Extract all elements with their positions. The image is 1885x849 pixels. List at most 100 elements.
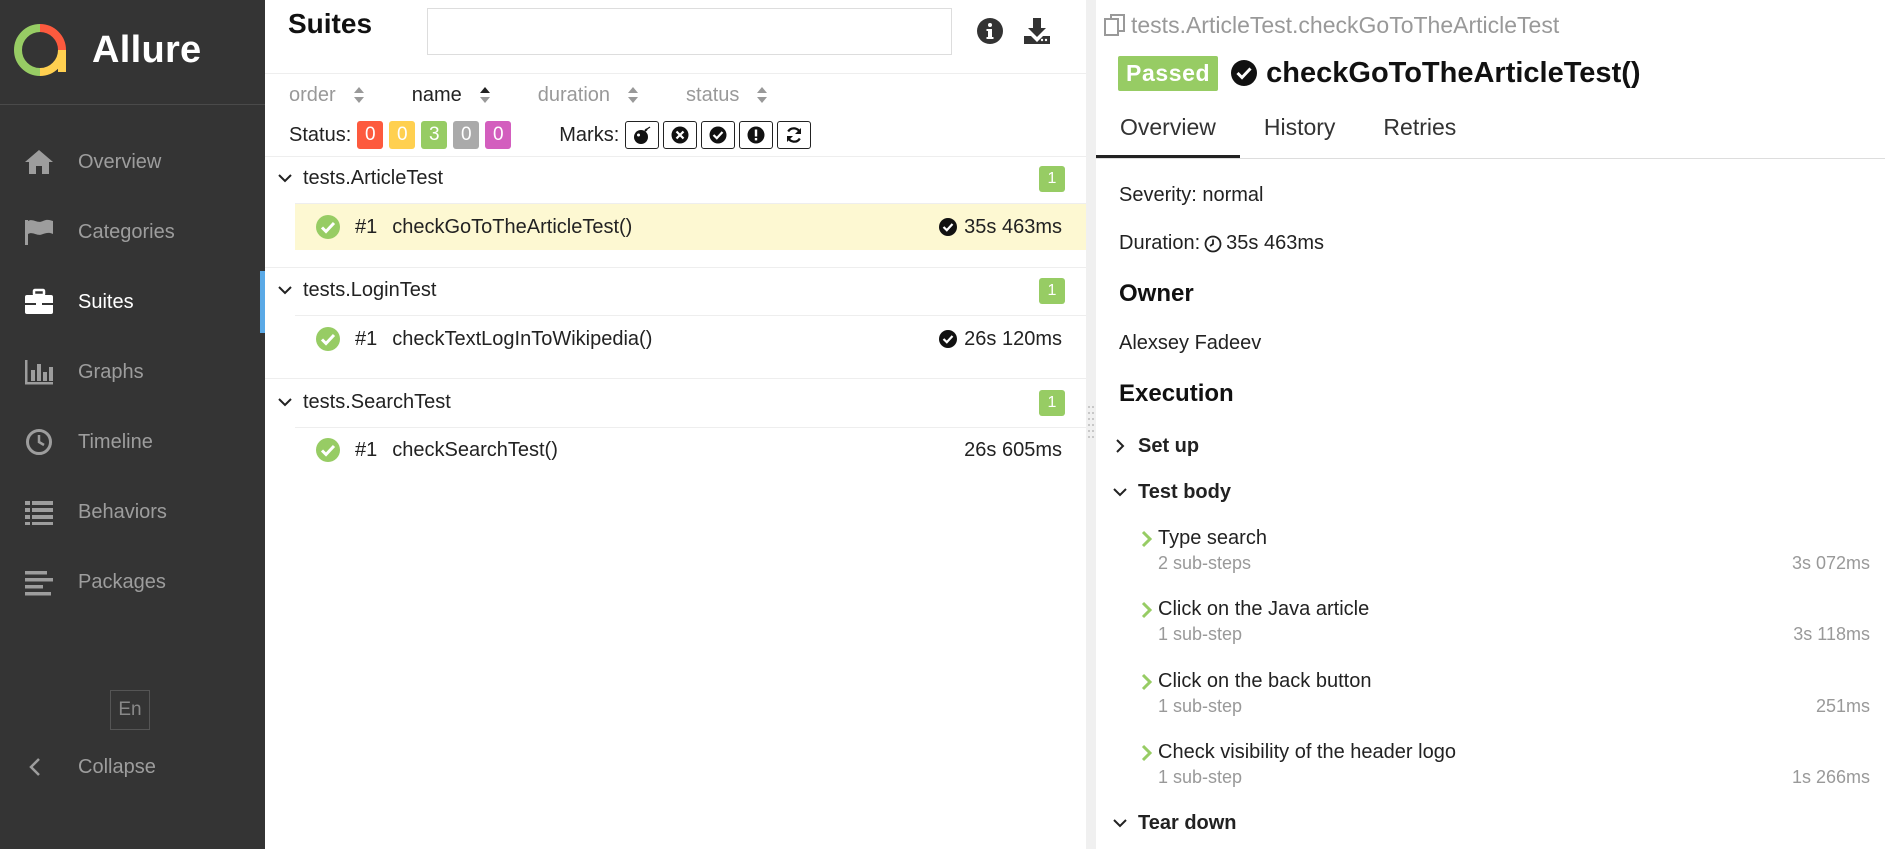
suite-group-toggle[interactable]: tests.LoginTest 1: [277, 270, 1077, 310]
step-duration: 251ms: [1815, 696, 1870, 716]
status-filter-label: Status:: [289, 123, 352, 146]
search-input[interactable]: [427, 8, 952, 55]
sort-icon: [628, 87, 639, 103]
step-item[interactable]: Type search 2 sub-steps 3s 072ms: [1140, 527, 1870, 585]
status-filter-broken[interactable]: 0: [389, 121, 416, 149]
test-title: checkGoToTheArticleTest(): [1266, 56, 1641, 89]
info-button[interactable]: [973, 14, 1007, 48]
tab-history[interactable]: History: [1240, 108, 1360, 158]
collapse-button[interactable]: Collapse: [24, 750, 156, 784]
chevron-down-icon: [278, 286, 292, 295]
mark-filter-new-failed[interactable]: [663, 121, 698, 149]
step-item[interactable]: Check visibility of the header logo 1 su…: [1140, 741, 1870, 799]
owner-heading: Owner: [1119, 280, 1194, 307]
home-icon: [22, 147, 56, 177]
sort-by-order[interactable]: order: [289, 84, 366, 107]
test-row[interactable]: #1 checkSearchTest() 26s 605ms: [295, 427, 1086, 473]
mark-filter-retries[interactable]: [777, 121, 812, 149]
chevron-down-icon: [278, 174, 292, 183]
sort-by-status[interactable]: status: [686, 84, 769, 107]
mark-filter-new-broken[interactable]: [739, 121, 774, 149]
drag-handle-icon: [1088, 406, 1094, 438]
chevron-right-icon: [1116, 439, 1125, 453]
mark-filter-new-passed[interactable]: [701, 121, 736, 149]
info-circle-icon: [977, 18, 1003, 44]
sidebar-item-behaviors[interactable]: Behaviors: [0, 477, 265, 547]
flag-icon: [22, 217, 56, 247]
details-tabs: Overview History Retries: [1096, 108, 1480, 158]
brand-name: Allure: [92, 28, 202, 71]
sort-by-duration[interactable]: duration: [538, 84, 640, 107]
sidebar-item-timeline[interactable]: Timeline: [0, 407, 265, 477]
check-circle-icon: [1231, 60, 1258, 86]
suites-pane: Suites order name duration status Status…: [265, 0, 1086, 849]
sort-by-name[interactable]: name: [412, 84, 492, 107]
filters-divider: [265, 156, 1086, 157]
step-name: Click on the Java article: [1158, 598, 1370, 620]
sidebar-item-label: Packages: [78, 570, 166, 593]
stage-test-body[interactable]: Test body: [1112, 477, 1231, 507]
test-duration: 35s 463ms: [938, 204, 1062, 250]
passed-status-icon: [316, 327, 340, 351]
status-filter-unknown[interactable]: 0: [485, 121, 512, 149]
tab-overview[interactable]: Overview: [1096, 108, 1240, 158]
check-circle-icon: [939, 218, 958, 236]
tab-retries[interactable]: Retries: [1359, 108, 1480, 158]
step-duration: 3s 072ms: [1791, 553, 1870, 573]
allure-logo-icon: [14, 24, 66, 76]
brand[interactable]: Allure: [14, 22, 202, 78]
sorter-label: order: [289, 83, 336, 106]
header-divider: [265, 73, 1086, 74]
collapse-label: Collapse: [78, 755, 156, 778]
test-details-pane: tests.ArticleTest.checkGoToTheArticleTes…: [1096, 0, 1885, 849]
sidebar-item-label: Timeline: [78, 430, 153, 453]
step-item[interactable]: Click on the Java article 1 sub-step 3s …: [1140, 598, 1870, 656]
test-row[interactable]: #1 checkGoToTheArticleTest() 35s 463ms: [295, 204, 1086, 250]
sort-asc-icon: [479, 87, 490, 103]
stage-setup[interactable]: Set up: [1112, 431, 1199, 461]
suite-group-toggle[interactable]: tests.SearchTest 1: [277, 382, 1077, 422]
refresh-icon: [787, 127, 802, 143]
test-duration-value: 26s 605ms: [964, 438, 1062, 461]
chevron-down-icon: [1113, 488, 1127, 497]
sidebar-item-categories[interactable]: Categories: [0, 197, 265, 267]
group-bottom-divider: [265, 378, 1086, 379]
download-icon: [1024, 18, 1050, 44]
exclamation-circle-icon: [747, 126, 765, 144]
step-substeps: 1 sub-step: [1158, 767, 1243, 787]
step-name: Type search: [1158, 527, 1267, 549]
language-button[interactable]: En: [110, 690, 150, 730]
download-button[interactable]: [1020, 14, 1054, 48]
sidebar-item-overview[interactable]: Overview: [0, 127, 265, 197]
test-name: checkSearchTest(): [392, 438, 558, 461]
bomb-icon: [634, 126, 651, 144]
sorter-label: status: [686, 83, 740, 106]
test-duration-value: 35s 463ms: [964, 215, 1062, 238]
test-duration-value: 26s 120ms: [964, 327, 1062, 350]
status-filter-skipped[interactable]: 0: [453, 121, 480, 149]
sidebar-item-packages[interactable]: Packages: [0, 547, 265, 617]
suite-group-name: tests.ArticleTest: [303, 166, 444, 189]
page-title: Suites: [288, 8, 373, 39]
chevron-right-icon: [1141, 744, 1153, 762]
suite-group-toggle[interactable]: tests.ArticleTest 1: [277, 158, 1077, 198]
sidebar-item-suites[interactable]: Suites: [0, 267, 265, 337]
pane-resize-handle[interactable]: [1086, 400, 1096, 446]
status-filter-failed[interactable]: 0: [357, 121, 384, 149]
status-filter-passed[interactable]: 3: [421, 121, 448, 149]
list-icon: [22, 497, 56, 527]
mark-filter-flaky[interactable]: [625, 121, 660, 149]
step-duration: 3s 118ms: [1793, 624, 1870, 644]
sidebar-item-graphs[interactable]: Graphs: [0, 337, 265, 407]
test-name: checkGoToTheArticleTest(): [392, 215, 633, 238]
test-row[interactable]: #1 checkTextLogInToWikipedia() 26s 120ms: [295, 316, 1086, 362]
execution-heading: Execution: [1119, 380, 1234, 407]
step-item[interactable]: Click on the back button 1 sub-step 251m…: [1140, 670, 1870, 728]
sort-icon: [757, 87, 768, 103]
sidebar-item-label: Graphs: [78, 360, 144, 383]
step-name: Check visibility of the header logo: [1158, 741, 1456, 763]
test-title-row: Passed checkGoToTheArticleTest(): [1118, 53, 1641, 93]
stage-tear-down[interactable]: Tear down: [1112, 808, 1237, 838]
breadcrumb[interactable]: tests.ArticleTest.checkGoToTheArticleTes…: [1103, 10, 1559, 40]
sort-bar: order name duration status: [289, 80, 815, 110]
